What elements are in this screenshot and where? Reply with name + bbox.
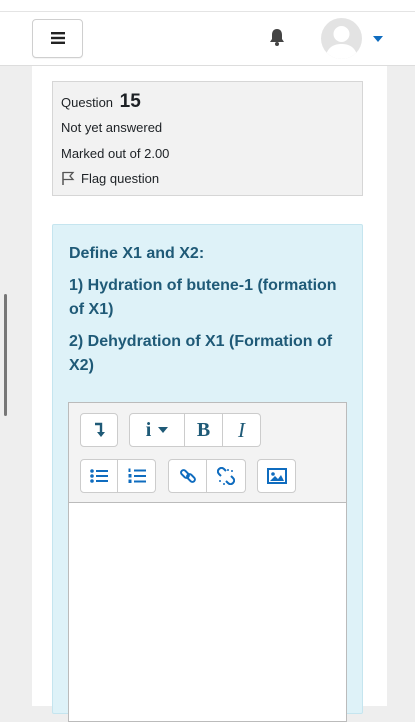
editor-toolbar: i B I bbox=[69, 403, 346, 503]
user-avatar[interactable] bbox=[321, 18, 362, 59]
image-icon bbox=[266, 468, 287, 484]
insert-image-button[interactable] bbox=[257, 459, 296, 493]
question-item-2: 2) Dehydration of X1 (Formation of X2) bbox=[69, 333, 333, 374]
collapse-button[interactable] bbox=[80, 413, 118, 447]
question-intro: Define X1 and X2: bbox=[69, 245, 205, 262]
right-gutter bbox=[387, 66, 415, 706]
flag-question-link[interactable]: Flag question bbox=[61, 171, 159, 186]
menu-button[interactable] bbox=[32, 19, 83, 58]
italic-icon: I bbox=[238, 417, 245, 442]
italic-button[interactable]: I bbox=[223, 413, 261, 447]
bold-button[interactable]: B bbox=[185, 413, 223, 447]
toolbar-group-lists bbox=[80, 459, 156, 493]
flag-question-label: Flag question bbox=[81, 171, 160, 186]
link-button[interactable] bbox=[168, 459, 207, 493]
ordered-list-button[interactable] bbox=[118, 459, 156, 493]
navbar bbox=[0, 12, 415, 66]
ordered-list-icon bbox=[128, 468, 146, 483]
user-icon bbox=[325, 26, 358, 59]
toolbar-group-style: i B I bbox=[129, 413, 261, 447]
bell-icon[interactable] bbox=[267, 27, 287, 47]
question-text: Define X1 and X2: 1) Hydration of butene… bbox=[69, 242, 353, 386]
bold-icon: B bbox=[196, 418, 211, 441]
paragraph-style-button[interactable]: i bbox=[129, 413, 185, 447]
question-number: 15 bbox=[119, 91, 141, 112]
question-state: Not yet answered bbox=[61, 120, 163, 135]
flag-icon bbox=[62, 171, 75, 185]
caret-down-icon[interactable] bbox=[373, 36, 383, 42]
question-number-line: Question 15 bbox=[61, 91, 141, 113]
toolbar-group-image bbox=[257, 459, 296, 493]
toolbar-group-links bbox=[168, 459, 246, 493]
info-icon: i bbox=[145, 418, 152, 441]
top-strip bbox=[0, 0, 415, 12]
question-info: Question 15 Not yet answered Marked out … bbox=[52, 81, 363, 196]
question-grade: Marked out of 2.00 bbox=[61, 146, 170, 161]
collapse-arrow-icon bbox=[95, 422, 105, 437]
unlink-button[interactable] bbox=[207, 459, 246, 493]
scrollbar-handle[interactable] bbox=[4, 294, 7, 416]
editor-content-area[interactable] bbox=[69, 504, 346, 721]
unordered-list-icon bbox=[90, 469, 108, 483]
hamburger-icon bbox=[51, 32, 65, 44]
unordered-list-button[interactable] bbox=[80, 459, 118, 493]
dropdown-caret-icon bbox=[158, 427, 169, 433]
link-icon bbox=[179, 469, 196, 483]
question-label: Question bbox=[61, 95, 114, 110]
answer-editor: i B I bbox=[68, 402, 347, 722]
unlink-icon bbox=[217, 467, 235, 485]
toolbar-group-collapse bbox=[80, 413, 118, 447]
question-item-1: 1) Hydration of butene-1 (formation of X… bbox=[69, 277, 337, 318]
